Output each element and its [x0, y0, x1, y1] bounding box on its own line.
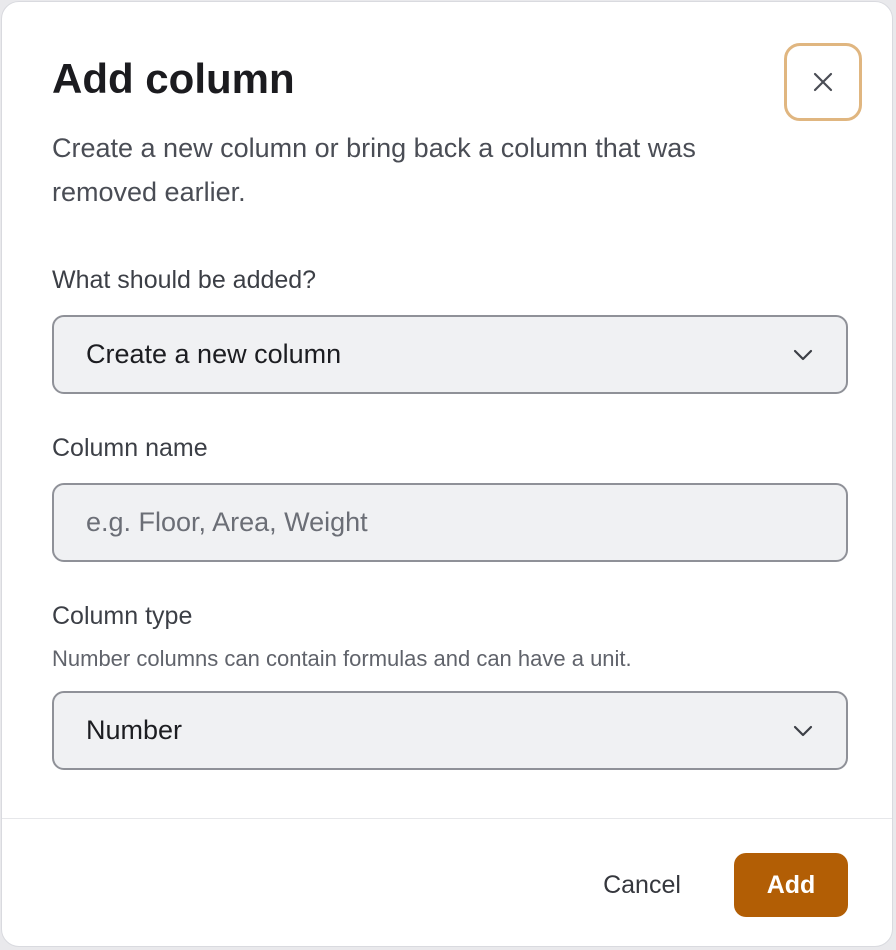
column-type-select[interactable]: Number: [52, 691, 848, 770]
chevron-down-icon: [793, 725, 813, 736]
column-type-selected-value: Number: [86, 715, 183, 745]
footer-divider: [2, 818, 892, 819]
add-mode-label: What should be added?: [52, 266, 317, 294]
add-mode-selected-value: Create a new column: [86, 339, 342, 369]
dialog-description: Create a new column or bring back a colu…: [52, 133, 696, 207]
cancel-button[interactable]: Cancel: [580, 854, 704, 916]
column-name-input[interactable]: [86, 507, 814, 538]
dialog-title: Add column: [52, 55, 295, 102]
close-button[interactable]: [784, 43, 862, 121]
column-name-field: [52, 483, 848, 562]
close-icon: [813, 72, 833, 92]
column-type-label: Column type: [52, 602, 193, 630]
chevron-down-icon: [793, 349, 813, 360]
column-name-label: Column name: [52, 434, 208, 462]
column-type-hint: Number columns can contain formulas and …: [52, 646, 632, 671]
add-mode-select[interactable]: Create a new column: [52, 315, 848, 394]
add-column-dialog: Add column Create a new column or bring …: [1, 1, 893, 947]
add-button[interactable]: Add: [734, 853, 848, 917]
